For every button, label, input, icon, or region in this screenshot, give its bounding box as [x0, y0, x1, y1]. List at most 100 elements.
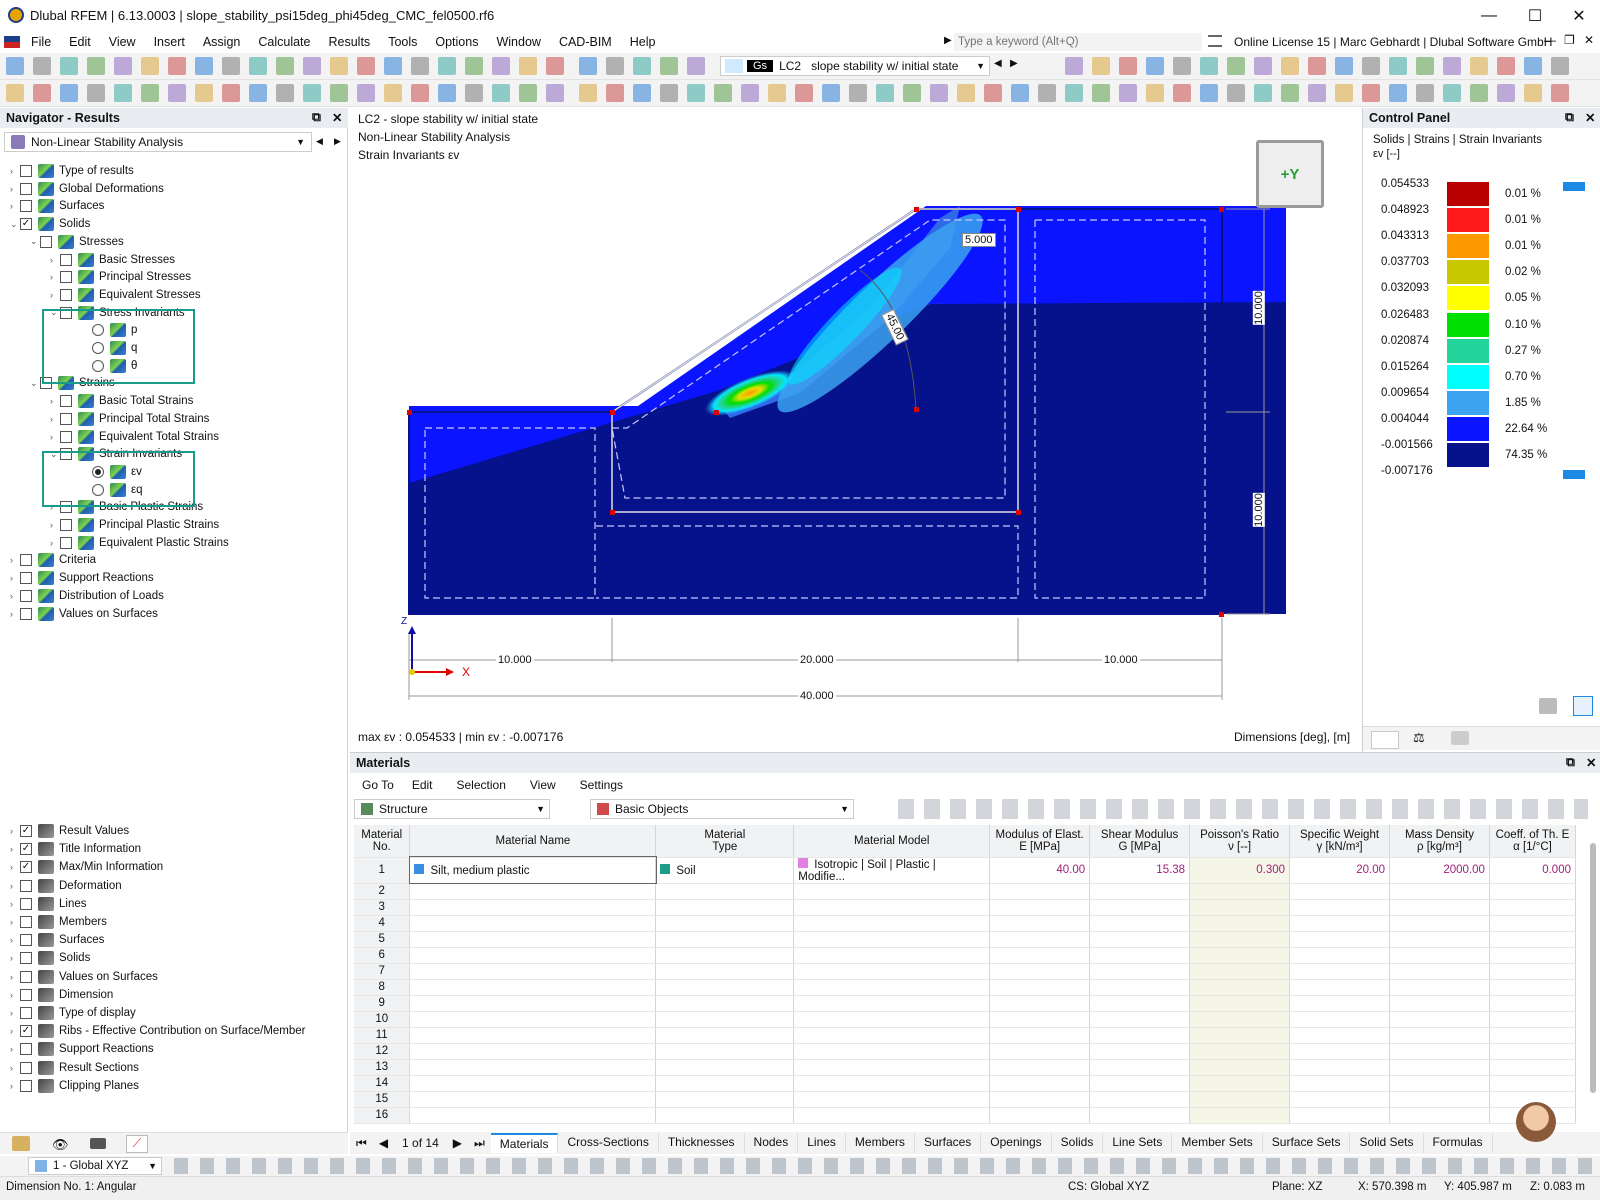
- table-cell[interactable]: 7: [354, 963, 411, 980]
- table-cell[interactable]: [655, 1091, 795, 1108]
- expand-chevron-icon[interactable]: ›: [10, 555, 20, 565]
- table-cell[interactable]: [989, 995, 1091, 1012]
- loadcase-selector[interactable]: Gs LC2 slope stability w/ initial state …: [720, 56, 990, 76]
- toolbar-button-icon[interactable]: [1146, 57, 1164, 75]
- table-cell[interactable]: [655, 899, 795, 916]
- table-cell[interactable]: [989, 899, 1091, 916]
- tree-item[interactable]: › Surfaces: [10, 197, 104, 215]
- table-cell[interactable]: 15: [354, 1091, 411, 1108]
- table-cell[interactable]: [1389, 947, 1490, 964]
- table-cell[interactable]: [1089, 899, 1191, 916]
- table-cell[interactable]: [655, 883, 795, 900]
- toolbar-button-icon[interactable]: [249, 84, 267, 102]
- display-checkbox[interactable]: [20, 1007, 32, 1019]
- toolbar-button-icon[interactable]: [1443, 84, 1461, 102]
- toolbar-button-icon[interactable]: [1065, 84, 1083, 102]
- table-cell[interactable]: [1489, 1075, 1577, 1092]
- menu-assign[interactable]: Assign: [194, 35, 250, 49]
- menu-edit[interactable]: Edit: [60, 35, 100, 49]
- tree-checkbox[interactable]: [60, 536, 72, 549]
- table-cell[interactable]: [1489, 947, 1577, 964]
- tree-checkbox[interactable]: [20, 572, 32, 585]
- table-cell[interactable]: [1189, 947, 1291, 964]
- table-cell[interactable]: [655, 963, 795, 980]
- legend-slider-bottom[interactable]: [1563, 470, 1585, 479]
- table-cell[interactable]: [1089, 1075, 1191, 1092]
- next-result-type-button[interactable]: ▶: [334, 136, 341, 147]
- table-cell[interactable]: [409, 1091, 657, 1108]
- display-checkbox[interactable]: [20, 1043, 32, 1056]
- close-icon[interactable]: ✕: [1586, 755, 1596, 770]
- toolbar-button-icon[interactable]: [1551, 57, 1569, 75]
- tree-item[interactable]: › Support Reactions: [10, 569, 154, 587]
- expand-chevron-icon[interactable]: ›: [10, 935, 20, 945]
- next-page-button[interactable]: ▶: [447, 1136, 468, 1150]
- table-cell[interactable]: [1189, 915, 1291, 932]
- table-cell[interactable]: [793, 1027, 991, 1044]
- table-cell[interactable]: 20.00: [1289, 857, 1390, 884]
- toolbar-button-icon[interactable]: [492, 57, 510, 75]
- results-tab-icon[interactable]: ⟋: [126, 1135, 148, 1153]
- panel-legend-icon[interactable]: [1573, 696, 1593, 716]
- table-cell[interactable]: [409, 883, 657, 900]
- table-cell[interactable]: [1289, 1091, 1390, 1108]
- table-cell[interactable]: [409, 1043, 657, 1060]
- toolbar-button-icon[interactable]: [1146, 84, 1164, 102]
- display-option[interactable]: › ✓ Title Information: [10, 840, 141, 858]
- table-cell[interactable]: [989, 931, 1091, 948]
- table-cell[interactable]: [1089, 979, 1191, 996]
- table-cell[interactable]: [1389, 1027, 1490, 1044]
- doc-minimize-button[interactable]: —: [1544, 33, 1556, 47]
- toolbar-button-icon[interactable]: [438, 57, 456, 75]
- toolbar-button-icon[interactable]: [1308, 84, 1326, 102]
- expand-chevron-icon[interactable]: ›: [50, 255, 60, 265]
- table-cell[interactable]: [655, 947, 795, 964]
- toolbar-button-icon[interactable]: [330, 57, 348, 75]
- toolbar-button-icon[interactable]: [579, 84, 597, 102]
- display-checkbox[interactable]: ✓: [20, 843, 32, 856]
- table-cell[interactable]: [1089, 1091, 1191, 1108]
- toolbar-button-icon[interactable]: [1011, 84, 1029, 102]
- search-input[interactable]: [954, 33, 1202, 51]
- table-row[interactable]: 9: [354, 995, 1577, 1012]
- tree-checkbox[interactable]: [60, 271, 72, 284]
- minimize-button[interactable]: —: [1466, 0, 1512, 31]
- menu-results[interactable]: Results: [320, 35, 380, 49]
- table-cell[interactable]: [1289, 1059, 1390, 1076]
- toolbar-button-icon[interactable]: [1173, 57, 1191, 75]
- toolbar-button-icon[interactable]: [303, 84, 321, 102]
- toolbar-button-icon[interactable]: [606, 84, 624, 102]
- table-cell[interactable]: [1389, 1091, 1490, 1108]
- sheet-tab[interactable]: Thicknesses: [659, 1133, 745, 1153]
- toolbar-button-icon[interactable]: [1092, 84, 1110, 102]
- table-cell[interactable]: [1189, 1091, 1291, 1108]
- sheet-tab[interactable]: Solids: [1052, 1133, 1104, 1153]
- table-cell[interactable]: [1389, 915, 1490, 932]
- toolbar-button-icon[interactable]: [849, 84, 867, 102]
- table-cell[interactable]: Silt, medium plastic: [408, 856, 657, 884]
- table-cell[interactable]: [655, 1075, 795, 1092]
- table-cell[interactable]: [1389, 1107, 1490, 1124]
- table-cell[interactable]: [989, 915, 1091, 932]
- search-options-icon[interactable]: [1208, 35, 1222, 47]
- table-cell[interactable]: [1489, 1011, 1577, 1028]
- table-cell[interactable]: [1289, 1107, 1390, 1124]
- table-cell[interactable]: [1289, 1027, 1390, 1044]
- filter-structure[interactable]: Structure ▼: [354, 799, 550, 819]
- menu-options[interactable]: Options: [426, 35, 487, 49]
- toolbar-button-icon[interactable]: [168, 84, 186, 102]
- toolbar-button-icon[interactable]: [1254, 57, 1272, 75]
- table-cell[interactable]: [409, 915, 657, 932]
- toolbar-button-icon[interactable]: [141, 84, 159, 102]
- display-checkbox[interactable]: [20, 916, 32, 928]
- table-cell[interactable]: 5: [354, 931, 411, 948]
- toolbar-button-icon[interactable]: [1119, 57, 1137, 75]
- table-cell[interactable]: [1189, 883, 1291, 900]
- sheet-tab[interactable]: Nodes: [745, 1133, 799, 1153]
- toolbar-button-icon[interactable]: [1362, 57, 1380, 75]
- table-cell[interactable]: [793, 963, 991, 980]
- expand-chevron-icon[interactable]: ›: [50, 432, 60, 442]
- table-cell[interactable]: [1489, 1027, 1577, 1044]
- toolbar-button-icon[interactable]: [195, 57, 213, 75]
- table-cell[interactable]: [793, 1107, 991, 1124]
